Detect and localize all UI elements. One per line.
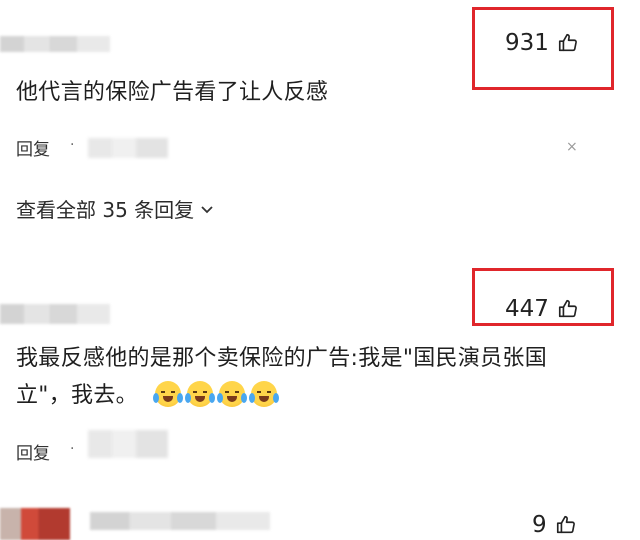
like-count: 931 bbox=[505, 30, 549, 56]
comment-1-reply-button[interactable]: 回复 bbox=[16, 135, 50, 160]
like-count: 9 bbox=[532, 512, 547, 538]
chevron-down-icon bbox=[201, 205, 213, 213]
crying-laughing-emoji-icon bbox=[249, 381, 280, 407]
separator-dot: · bbox=[70, 441, 75, 457]
comment-3-like-button[interactable]: 9 bbox=[532, 512, 577, 538]
crying-laughing-emoji-icon bbox=[217, 381, 248, 407]
crying-laughing-emoji-icon bbox=[153, 381, 184, 407]
thumbs-up-icon bbox=[558, 299, 577, 318]
comment-2-text-line-2: 立"，我去。 bbox=[16, 379, 283, 413]
comment-2-reply-button[interactable]: 回复 bbox=[16, 439, 50, 464]
view-all-replies-link[interactable]: 查看全部 35 条回复 bbox=[16, 194, 214, 223]
separator-dot: · bbox=[70, 137, 75, 153]
comment-3-avatar[interactable] bbox=[0, 508, 70, 540]
crying-laughing-emoji-icon bbox=[185, 381, 216, 407]
view-all-label: 查看全部 35 条回复 bbox=[16, 198, 195, 222]
comment-3-username[interactable] bbox=[90, 512, 270, 530]
thumbs-up-icon bbox=[556, 515, 575, 534]
comment-2-username[interactable] bbox=[0, 304, 110, 324]
comment-1-text: 他代言的保险广告看了让人反感 bbox=[16, 80, 329, 105]
comment-1-meta bbox=[88, 138, 168, 158]
comment-1-username[interactable] bbox=[0, 36, 110, 52]
comment-2-meta bbox=[88, 430, 168, 458]
close-icon[interactable]: × bbox=[566, 139, 578, 155]
comment-2-like-button[interactable]: 447 bbox=[505, 296, 579, 322]
like-count: 447 bbox=[505, 296, 549, 322]
comment-1-like-button[interactable]: 931 bbox=[505, 30, 579, 56]
comment-2-text-line-2-text: 立"，我去。 bbox=[16, 383, 138, 408]
comment-2-text-line-1: 我最反感他的是那个卖保险的广告:我是"国民演员张国 bbox=[16, 346, 548, 371]
thumbs-up-icon bbox=[558, 33, 577, 52]
